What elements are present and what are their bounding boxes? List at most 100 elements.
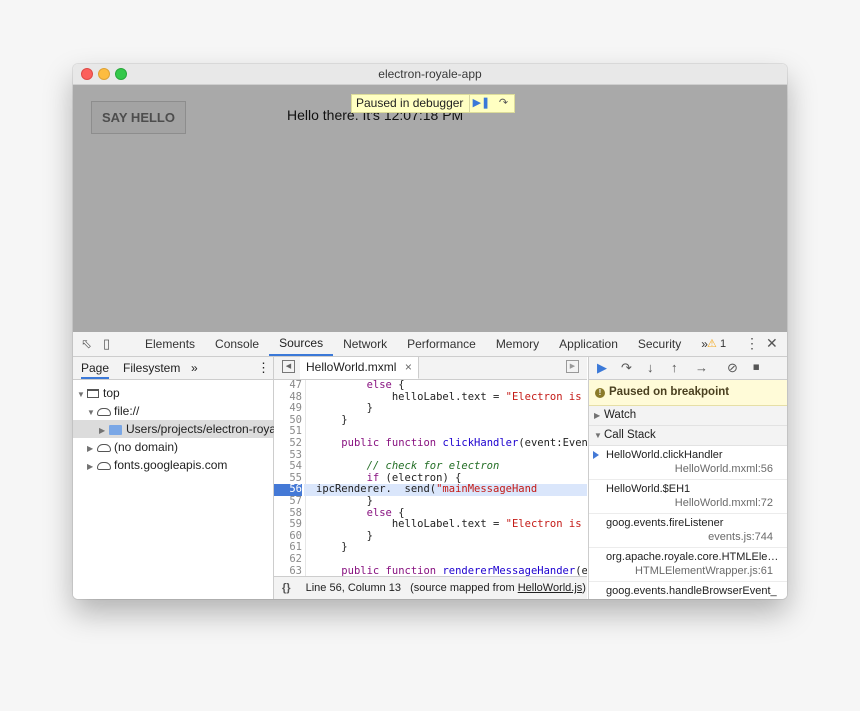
close-devtools-icon[interactable]: ✕ [766,335,778,352]
app-window: electron-royale-app SAY HELLO Hello ther… [73,64,787,599]
frame-location[interactable]: HelloWorld.mxml:56 [675,463,773,475]
code-line[interactable]: 57 } [274,495,587,508]
tree-item-top[interactable]: ▼ top [73,384,273,402]
frame-function: HelloWorld.$EH1 [606,483,691,495]
line-number[interactable]: 52 [274,437,302,450]
cursor-position: Line 56, Column 13 [305,582,402,594]
step-over-icon[interactable]: ↷ [621,360,632,376]
frame-location[interactable]: events.js:744 [708,531,773,543]
tab-performance[interactable]: Performance [397,332,486,356]
navigator-tabs: Page Filesystem » ⋮ [73,357,273,380]
file-tree: ▼ top ▼ file:// ▶ Users/projects/electron-r… [73,380,285,474]
warning-count: 1 [719,338,727,350]
line-number[interactable]: 63 [274,565,302,576]
source-mapped-suffix: ) [582,582,586,594]
navigator-menu-icon[interactable]: ⋮ [257,360,270,376]
code-text: // check for electron [366,460,500,473]
customize-menu-icon[interactable]: ⋮ [745,335,759,352]
cloud-icon [97,407,111,416]
inspect-element-icon[interactable]: ⬁ [81,336,92,352]
line-number[interactable]: 57 [274,495,302,508]
line-number[interactable]: 62 [274,553,302,566]
window-title: electron-royale-app [378,67,482,81]
call-frame[interactable]: goog.events.fireListener events.js:744 [589,514,787,548]
source-mapped-link[interactable]: HelloWorld.js [518,582,583,594]
pause-on-exceptions-icon[interactable]: ⏹ [753,359,760,375]
debugger-toolbar: ▶ ↷ ↓ ↑ → ⊘ ⏹ [589,357,787,380]
tab-console[interactable]: Console [205,332,269,356]
pretty-print-button[interactable]: {} [274,582,291,594]
code-text: } [316,541,348,554]
code-line[interactable]: 59 helloLabel.text = "Electron is not f [274,518,587,531]
frame-location[interactable]: HelloWorld.mxml:72 [675,497,773,509]
toggle-debugger-icon[interactable]: ▶ [566,360,579,373]
devtools-toolbar: ⬁ ▯ Elements Console Sources Network Per… [73,332,787,357]
call-frame[interactable]: org.apache.royale.core.HTMLEle… HTMLEleme… [589,548,787,582]
call-frame[interactable]: HelloWorld.clickHandler HelloWorld.mxml:5… [589,446,787,480]
tree-item-file[interactable]: ▼ file:// [73,402,273,420]
debugger-sidebar: ▶ ↷ ↓ ↑ → ⊘ ⏹ ! Paused on breakpoint ▶ Wat… [588,357,787,599]
watch-section[interactable]: ▶ Watch [589,406,787,426]
editor-tabs: ◀ HelloWorld.mxml × ▶ [274,357,587,380]
frame-function: goog.events.handleBrowserEvent_ [606,585,777,597]
tab-memory[interactable]: Memory [486,332,549,356]
code-line[interactable]: 52 public function clickHandler(event:Ev… [274,437,587,450]
call-stack-section[interactable]: ▼ Call Stack [589,426,787,446]
frame-location[interactable]: HTMLElementWrapper.js:61 [635,565,773,577]
close-tab-icon[interactable]: × [405,360,412,374]
call-stack-list: HelloWorld.clickHandler HelloWorld.mxml:5… [589,446,787,599]
step-out-icon[interactable]: ↑ [671,360,678,375]
toggle-navigator-icon[interactable]: ◀ [282,360,295,373]
resume-icon[interactable]: ▶ [597,360,607,376]
say-hello-button[interactable]: SAY HELLO [91,101,186,134]
call-frame[interactable]: goog.events.handleBrowserEvent_events.js… [589,582,787,599]
source-editor: ◀ HelloWorld.mxml × ▶ 47 else {48 helloL… [274,357,587,599]
expanded-arrow-icon: ▼ [594,431,602,440]
code-line[interactable]: 61 } [274,542,587,554]
tree-item-fonts[interactable]: ▶ fonts.googleapis.com [73,456,273,474]
editor-file-tab[interactable]: HelloWorld.mxml × [300,357,419,379]
resume-icon[interactable]: ▶❚ [470,95,492,112]
file-tab-label: HelloWorld.mxml [306,360,397,374]
navigator-pane: Page Filesystem » ⋮ ▼ top ▼ file:// ▶ Users… [73,357,285,599]
device-toolbar-icon[interactable]: ▯ [103,336,110,352]
collapsed-arrow-icon: ▶ [594,411,601,420]
code-line[interactable]: 50 } [274,414,587,427]
frame-function: goog.events.fireListener [606,517,724,529]
step-over-icon[interactable]: ↷ [492,95,514,112]
warning-icon: ⚠ [707,338,717,350]
collapsed-arrow-icon: ▶ [87,462,94,471]
frame-function: org.apache.royale.core.HTMLEle… [606,551,779,563]
tab-sources[interactable]: Sources [269,332,334,356]
line-number[interactable]: 54 [274,461,302,473]
tree-item-folder[interactable]: ▶ Users/projects/electron-royale [73,420,285,438]
tab-filesystem[interactable]: Filesystem [123,361,180,375]
navigator-more-button[interactable]: » [191,361,198,375]
tab-security[interactable]: Security [628,332,691,356]
line-number[interactable]: 47 [274,380,302,392]
tab-elements[interactable]: Elements [135,332,205,356]
devtools-tabs: Elements Console Sources Network Perform… [135,332,718,356]
frame-function: HelloWorld.clickHandler [606,449,723,461]
source-mapped-prefix: (source mapped from [410,582,518,594]
tree-item-no-domain[interactable]: ▶ (no domain) [73,438,273,456]
code-text: public function rendererMessageHander(ev… [341,564,587,576]
step-into-icon[interactable]: ↓ [647,360,654,375]
devtools-panel: ⬁ ▯ Elements Console Sources Network Per… [73,332,787,599]
deactivate-breakpoints-icon[interactable]: ⊘ [727,360,738,376]
tab-network[interactable]: Network [333,332,397,356]
info-icon: ! [595,388,605,398]
code-line[interactable]: 63 public function rendererMessageHander… [274,564,587,576]
line-number[interactable]: 59 [274,519,302,531]
folder-icon [109,424,122,435]
step-icon[interactable]: → [695,360,708,375]
code-text: else { [366,380,405,391]
tab-page[interactable]: Page [81,361,110,379]
code-line[interactable]: 54 // check for electron [274,460,587,473]
cloud-icon [97,443,111,452]
editor-status-bar: {} Line 56, Column 13 (source mapped fro… [274,576,587,599]
call-frame[interactable]: HelloWorld.$EH1 HelloWorld.mxml:72 [589,480,787,514]
code-view[interactable]: 47 else {48 helloLabel.text = "Electron … [274,380,587,576]
warnings-counter[interactable]: ⚠ 1 [707,337,726,350]
tab-application[interactable]: Application [549,332,628,356]
